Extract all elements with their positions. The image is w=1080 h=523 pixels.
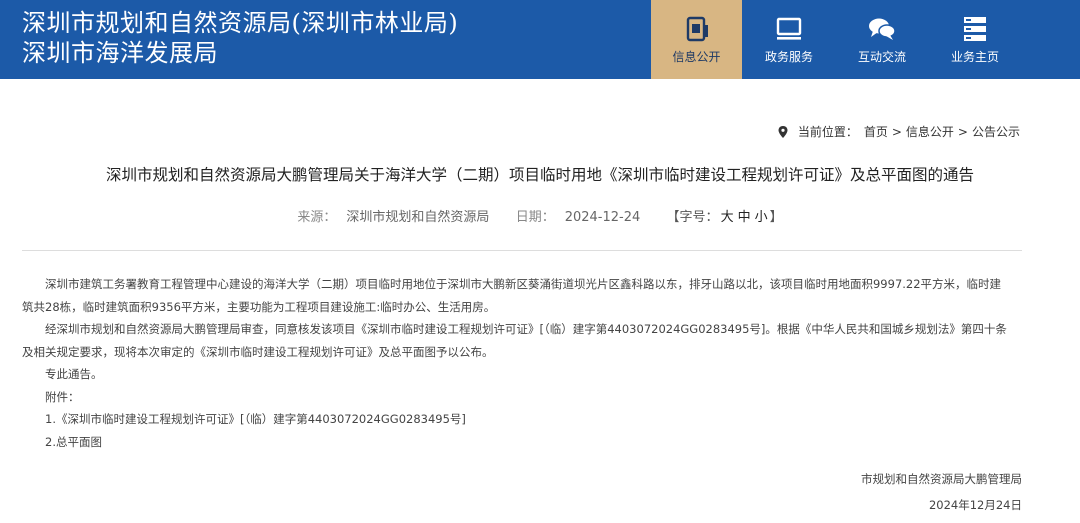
- nav-label: 信息公开: [672, 49, 721, 64]
- org-name-line2: 深圳市海洋发展局: [22, 39, 218, 67]
- site-header: 深圳市规划和自然资源局(深圳市林业局) 深圳市海洋发展局 信息公开 政务服务 互…: [0, 0, 1080, 79]
- nav-label: 政务服务: [764, 49, 813, 64]
- breadcrumb-info-disclosure[interactable]: 信息公开: [906, 123, 954, 140]
- article-meta: 来源： 深圳市规划和自然资源局 日期： 2024-12-24 【字号：大中小】: [0, 206, 1080, 225]
- source-label: 来源：: [297, 210, 337, 225]
- breadcrumb-notices[interactable]: 公告公示: [972, 123, 1020, 140]
- nav-label: 业务主页: [950, 49, 999, 64]
- nav-business-home[interactable]: 业务主页: [929, 0, 1021, 79]
- font-size-label: 【字号：: [666, 210, 719, 225]
- attachment-link-2[interactable]: 2.总平面图: [22, 431, 1012, 454]
- breadcrumb-separator: >: [891, 124, 902, 139]
- font-size-end: 】: [769, 210, 783, 225]
- main-nav: 信息公开 政务服务 互动交流 业务主页: [651, 0, 1022, 79]
- date-value: 2024-12-24: [564, 210, 641, 225]
- breadcrumb: 当前位置： 首页 > 信息公开 > 公告公示: [778, 123, 1020, 140]
- body-paragraph: 深圳市建筑工务署教育工程管理中心建设的海洋大学（二期）项目临时用地位于深圳市大鹏…: [22, 277, 1002, 314]
- body-paragraph: 经深圳市规划和自然资源局大鹏管理局审查，同意核发该项目《深圳市临时建设工程规划许…: [22, 322, 1007, 359]
- site-logo-title[interactable]: 深圳市规划和自然资源局(深圳市林业局) 深圳市海洋发展局: [22, 8, 458, 68]
- nav-interaction[interactable]: 互动交流: [836, 0, 928, 79]
- date-label: 日期：: [515, 210, 555, 225]
- font-size-control: 【字号：大中小】: [667, 210, 783, 225]
- breadcrumb-separator: >: [957, 124, 968, 139]
- breadcrumb-home[interactable]: 首页: [864, 123, 888, 140]
- sign-date: 2024年12月24日: [928, 498, 1022, 512]
- nav-government-services[interactable]: 政务服务: [743, 0, 835, 79]
- nav-info-disclosure[interactable]: 信息公开: [651, 0, 742, 79]
- info-disclosure-icon: [686, 16, 708, 41]
- chat-bubbles-icon: [869, 18, 896, 40]
- org-name-line1: 深圳市规划和自然资源局(深圳市林业局): [22, 9, 459, 37]
- title-divider: [22, 250, 1022, 251]
- font-size-large-button[interactable]: 大: [721, 210, 734, 225]
- breadcrumb-prefix: 当前位置：: [797, 125, 858, 139]
- body-paragraph: 专此通告。: [45, 367, 103, 381]
- source-value: 深圳市规划和自然资源局: [346, 210, 490, 225]
- monitor-icon: [776, 17, 802, 40]
- attachment-link-1[interactable]: 1.《深圳市临时建设工程规划许可证》[（临）建字第4403072024GG028…: [22, 408, 1012, 431]
- location-pin-icon: [778, 125, 788, 138]
- article-body: 深圳市建筑工务署教育工程管理中心建设的海洋大学（二期）项目临时用地位于深圳市大鹏…: [22, 273, 1012, 453]
- signature: 市规划和自然资源局大鹏管理局: [861, 472, 1022, 486]
- article-title: 深圳市规划和自然资源局大鹏管理局关于海洋大学（二期）项目临时用地《深圳市临时建设…: [105, 166, 974, 184]
- attachments-label: 附件：: [45, 389, 80, 404]
- server-list-icon: [964, 16, 986, 41]
- font-size-medium-button[interactable]: 中: [738, 210, 751, 225]
- font-size-small-button[interactable]: 小: [755, 210, 768, 225]
- nav-label: 互动交流: [857, 49, 906, 64]
